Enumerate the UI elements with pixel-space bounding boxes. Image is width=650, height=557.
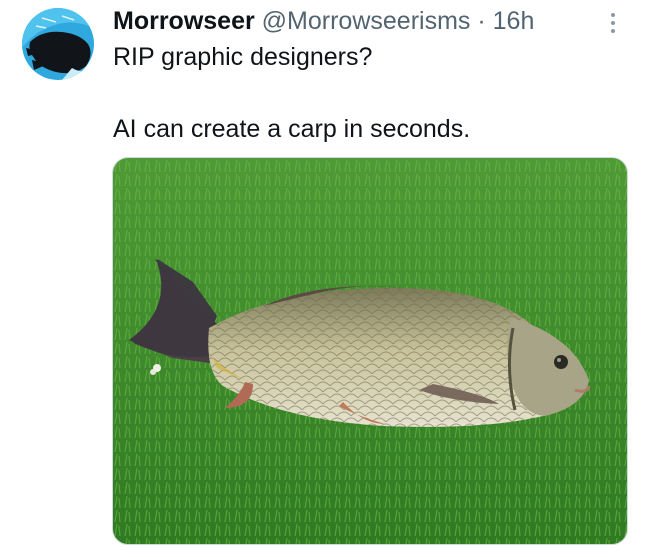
tweet-text-line-1: RIP graphic designers? bbox=[113, 43, 373, 71]
more-options-icon[interactable] bbox=[601, 8, 625, 38]
author-name[interactable]: Morrowseer bbox=[113, 7, 255, 35]
tweet-media-photo[interactable] bbox=[112, 157, 628, 545]
carp-photo bbox=[113, 158, 627, 544]
more-dot bbox=[611, 21, 615, 25]
author-handle[interactable]: @Morrowseerisms bbox=[262, 7, 471, 35]
more-dot bbox=[611, 13, 615, 17]
avatar-image bbox=[22, 8, 94, 80]
avatar[interactable] bbox=[22, 8, 94, 80]
tweet-header: Morrowseer @Morrowseerisms · 16h bbox=[113, 4, 534, 38]
separator-dot: · bbox=[477, 7, 486, 35]
more-dot bbox=[611, 29, 615, 33]
tweet-text-line-2: AI can create a carp in seconds. bbox=[113, 115, 471, 143]
timestamp[interactable]: 16h bbox=[493, 7, 535, 35]
